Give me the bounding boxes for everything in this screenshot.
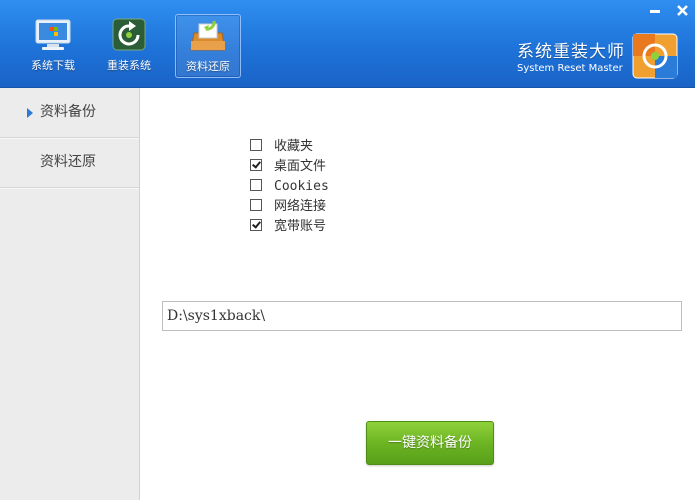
- toolbar-label: 系统下载: [31, 59, 75, 72]
- sidebar-item-backup[interactable]: 资料备份: [0, 88, 139, 138]
- sidebar-item-label: 资料还原: [40, 154, 96, 170]
- toolbar-reinstall-system[interactable]: 重装系统: [97, 14, 161, 76]
- option-label: 宽带账号: [274, 219, 327, 234]
- toolbar-label: 重装系统: [107, 59, 151, 72]
- one-click-backup-button[interactable]: 一键资料备份: [366, 421, 494, 465]
- sidebar-item-restore[interactable]: 资料还原: [0, 138, 139, 188]
- option-label: 桌面文件: [274, 159, 327, 174]
- inbox-icon: [190, 20, 226, 51]
- checkbox[interactable]: [250, 159, 262, 171]
- option-favorites[interactable]: 收藏夹: [250, 138, 313, 156]
- option-desktop-files[interactable]: 桌面文件: [250, 158, 326, 176]
- toolbar-data-restore[interactable]: 资料还原: [175, 14, 241, 78]
- arrow-right-icon: [27, 107, 33, 118]
- brand-subtitle: System Reset Master: [517, 63, 623, 74]
- option-label: 收藏夹: [274, 139, 314, 154]
- close-button[interactable]: [669, 1, 695, 21]
- brand: 系统重装大师 System Reset Master: [517, 43, 625, 75]
- brand-title: 系统重装大师: [517, 42, 625, 62]
- sidebar-item-label: 资料备份: [40, 104, 96, 120]
- checkbox[interactable]: [250, 219, 262, 231]
- toolbar-system-download[interactable]: 系统下载: [21, 14, 85, 76]
- option-cookies[interactable]: Cookies: [250, 178, 329, 196]
- minimize-icon: [650, 10, 660, 13]
- checkbox[interactable]: [250, 199, 262, 211]
- checkbox[interactable]: [250, 179, 262, 191]
- app-logo-icon: [632, 33, 678, 79]
- backup-path-input[interactable]: [162, 301, 682, 331]
- option-label: 网络连接: [274, 199, 327, 214]
- toolbar-label: 资料还原: [186, 60, 230, 73]
- title-bar: 系统下载 重装系统 资料还原 系统重装大师 System Reset Maste…: [0, 0, 695, 88]
- monitor-icon: [35, 19, 71, 50]
- option-label: Cookies: [274, 179, 329, 194]
- refresh-icon: [112, 18, 146, 51]
- main-content: 收藏夹 桌面文件 Cookies 网络连接 宽带账号 一键资料备份: [140, 88, 695, 500]
- checkbox[interactable]: [250, 139, 262, 151]
- option-broadband-account[interactable]: 宽带账号: [250, 218, 326, 236]
- sidebar: 资料备份 资料还原: [0, 88, 140, 500]
- minimize-button[interactable]: [642, 1, 668, 21]
- close-icon: [677, 5, 688, 16]
- option-network-connections[interactable]: 网络连接: [250, 198, 326, 216]
